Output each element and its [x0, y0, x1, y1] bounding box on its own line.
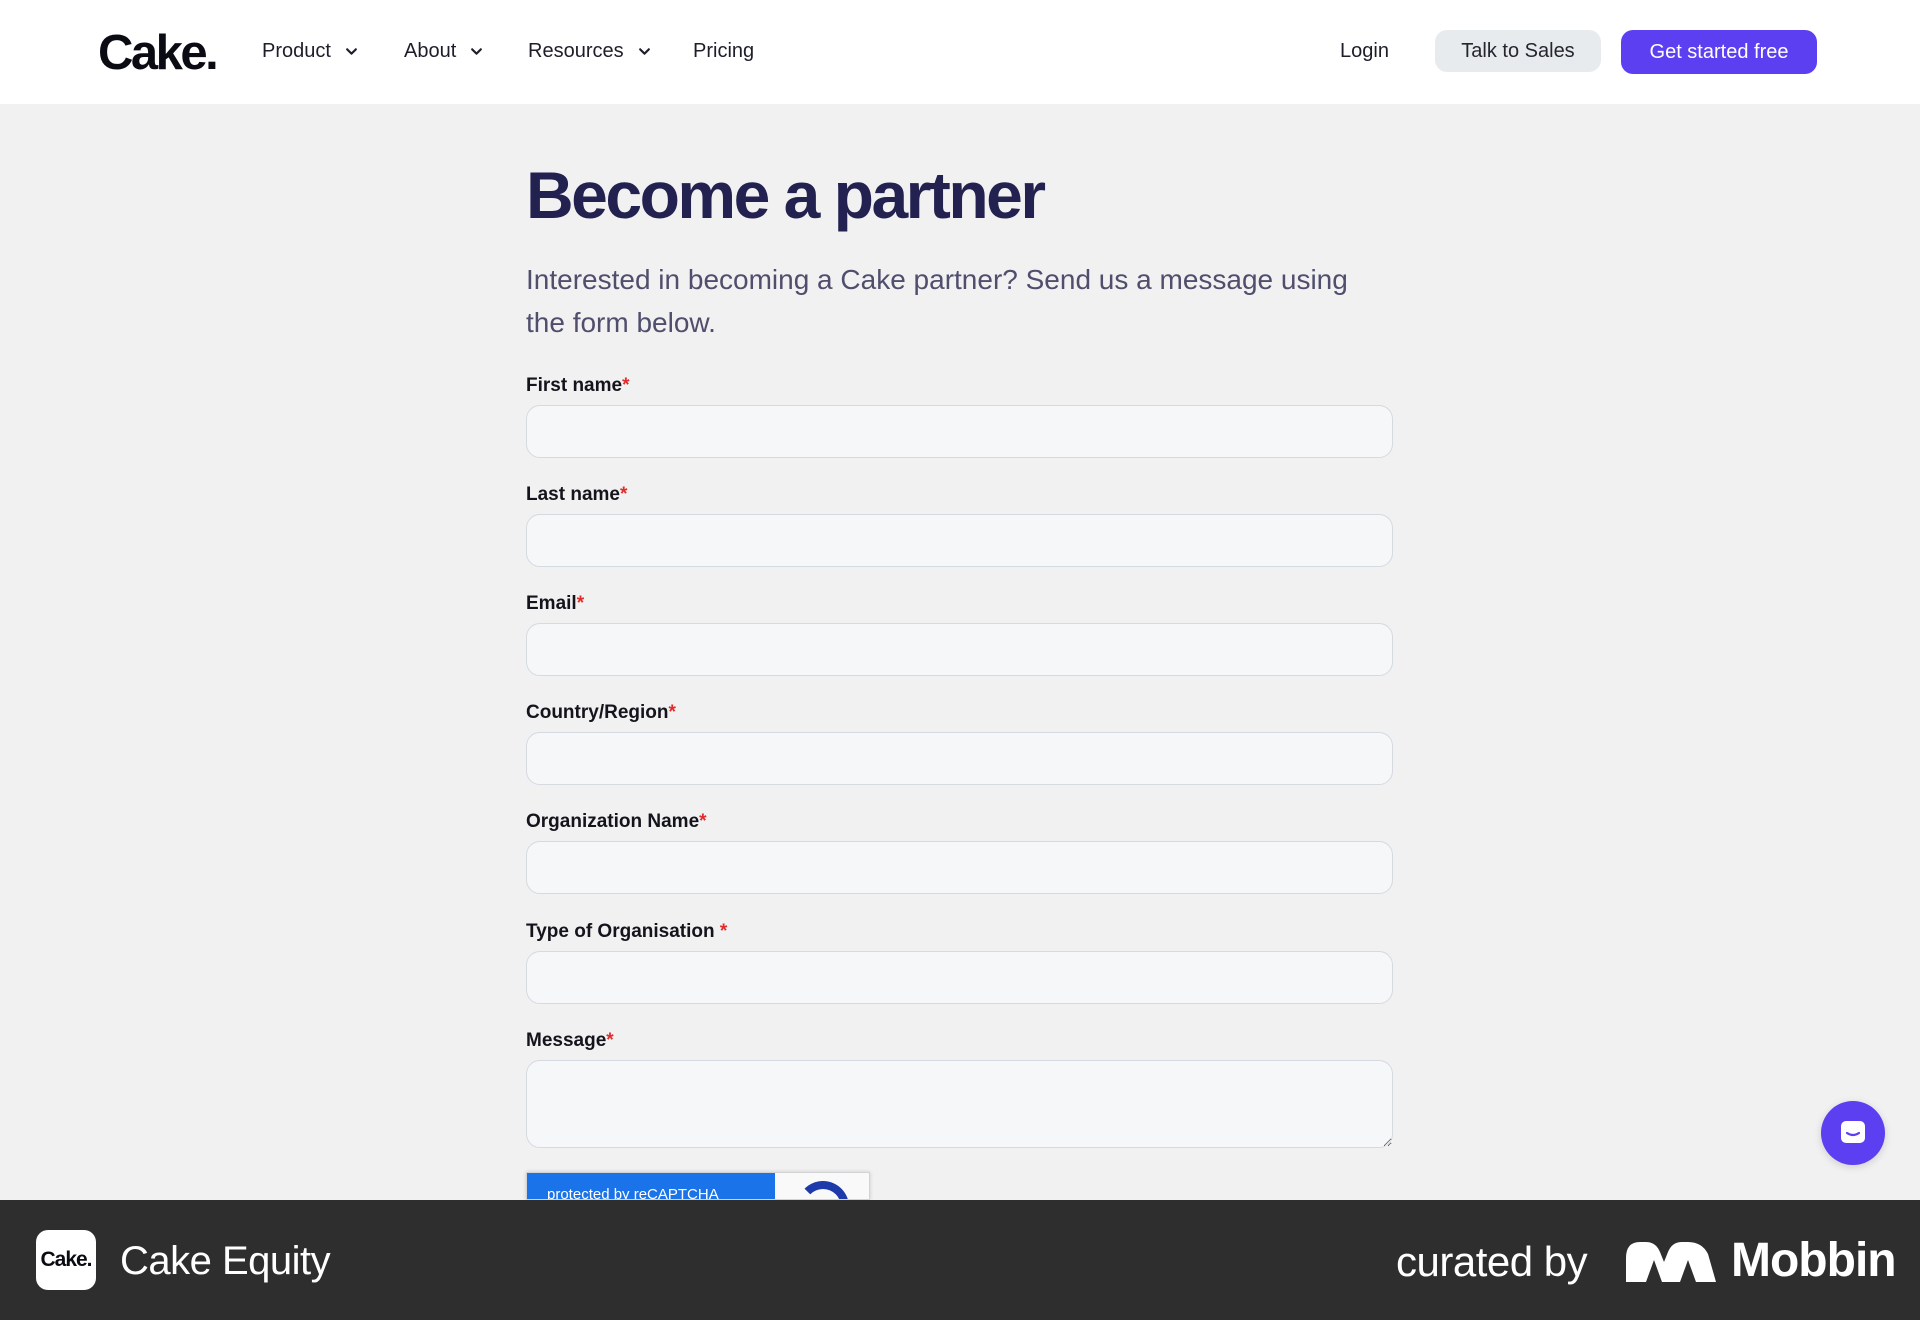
- required-marker: *: [699, 811, 707, 832]
- required-marker: *: [606, 1030, 614, 1051]
- last-name-input[interactable]: [526, 514, 1393, 567]
- email-label: Email*: [526, 592, 584, 616]
- nav-item-about[interactable]: About: [404, 38, 483, 64]
- email-input[interactable]: [526, 623, 1393, 676]
- mobbin-wordmark: Mobbin: [1731, 1234, 1897, 1287]
- last-name-label: Last name*: [526, 483, 627, 507]
- organization-name-input[interactable]: [526, 841, 1393, 894]
- field-label-text: Organization Name: [526, 811, 700, 832]
- chat-icon: [1841, 1121, 1865, 1143]
- app-name: Cake Equity: [120, 1239, 331, 1283]
- cake-logo[interactable]: Cake.: [98, 26, 219, 80]
- field-label-text: Country/Region: [526, 702, 669, 723]
- chevron-down-icon: [638, 47, 650, 55]
- field-label-text: Email: [526, 593, 577, 614]
- chat-launcher-button[interactable]: [1821, 1101, 1885, 1165]
- chevron-down-icon: [471, 47, 483, 55]
- first-name-input[interactable]: [526, 405, 1393, 458]
- country-region-input[interactable]: [526, 732, 1393, 785]
- nav-item-label: Resources: [528, 40, 624, 62]
- curated-by-text: curated by: [1396, 1238, 1588, 1285]
- required-marker: *: [719, 921, 728, 942]
- required-marker: *: [576, 593, 585, 614]
- recaptcha-badge[interactable]: protected by reCAPTCHA: [526, 1172, 870, 1200]
- field-label-text: Last name: [526, 484, 620, 505]
- get-started-button[interactable]: Get started free: [1621, 30, 1817, 74]
- country-region-label: Country/Region*: [526, 701, 676, 725]
- app-logo: Cake.: [36, 1230, 96, 1290]
- nav-item-resources[interactable]: Resources: [528, 38, 651, 64]
- nav-item-label: Pricing: [693, 40, 755, 62]
- organization-name-label: Organization Name*: [526, 810, 707, 834]
- message-label: Message*: [526, 1029, 614, 1053]
- nav-item-label: About: [404, 40, 457, 62]
- nav-item-pricing[interactable]: Pricing: [693, 38, 754, 64]
- organization-type-input[interactable]: [526, 951, 1393, 1004]
- chevron-down-icon: [346, 47, 357, 55]
- nav-item-label: Product: [262, 40, 331, 62]
- required-marker: *: [668, 702, 676, 723]
- page-subtitle: Interested in becoming a Cake partner? S…: [526, 264, 1348, 338]
- top-navigation: Cake. Product About Resources Pricing Lo…: [0, 0, 1920, 104]
- required-marker: *: [619, 484, 628, 505]
- field-label-text: Type of Organisation: [526, 921, 720, 942]
- page-title: Become a partner: [526, 158, 1046, 232]
- footer-bar: Cake. Cake Equity curated by Mobbin: [0, 1200, 1920, 1320]
- field-label-text: Message: [526, 1030, 607, 1051]
- login-link[interactable]: Login: [1340, 38, 1389, 64]
- mobbin-logo-icon: [1626, 1242, 1716, 1282]
- organization-type-label: Type of Organisation *: [526, 920, 727, 944]
- recaptcha-label: protected by reCAPTCHA: [527, 1173, 775, 1199]
- field-label-text: First name: [526, 375, 623, 396]
- message-textarea[interactable]: [526, 1060, 1393, 1148]
- talk-to-sales-button[interactable]: Talk to Sales: [1435, 30, 1601, 72]
- recaptcha-icon: [797, 1181, 849, 1199]
- first-name-label: First name*: [526, 374, 630, 398]
- required-marker: *: [622, 375, 630, 396]
- nav-item-product[interactable]: Product: [262, 38, 358, 64]
